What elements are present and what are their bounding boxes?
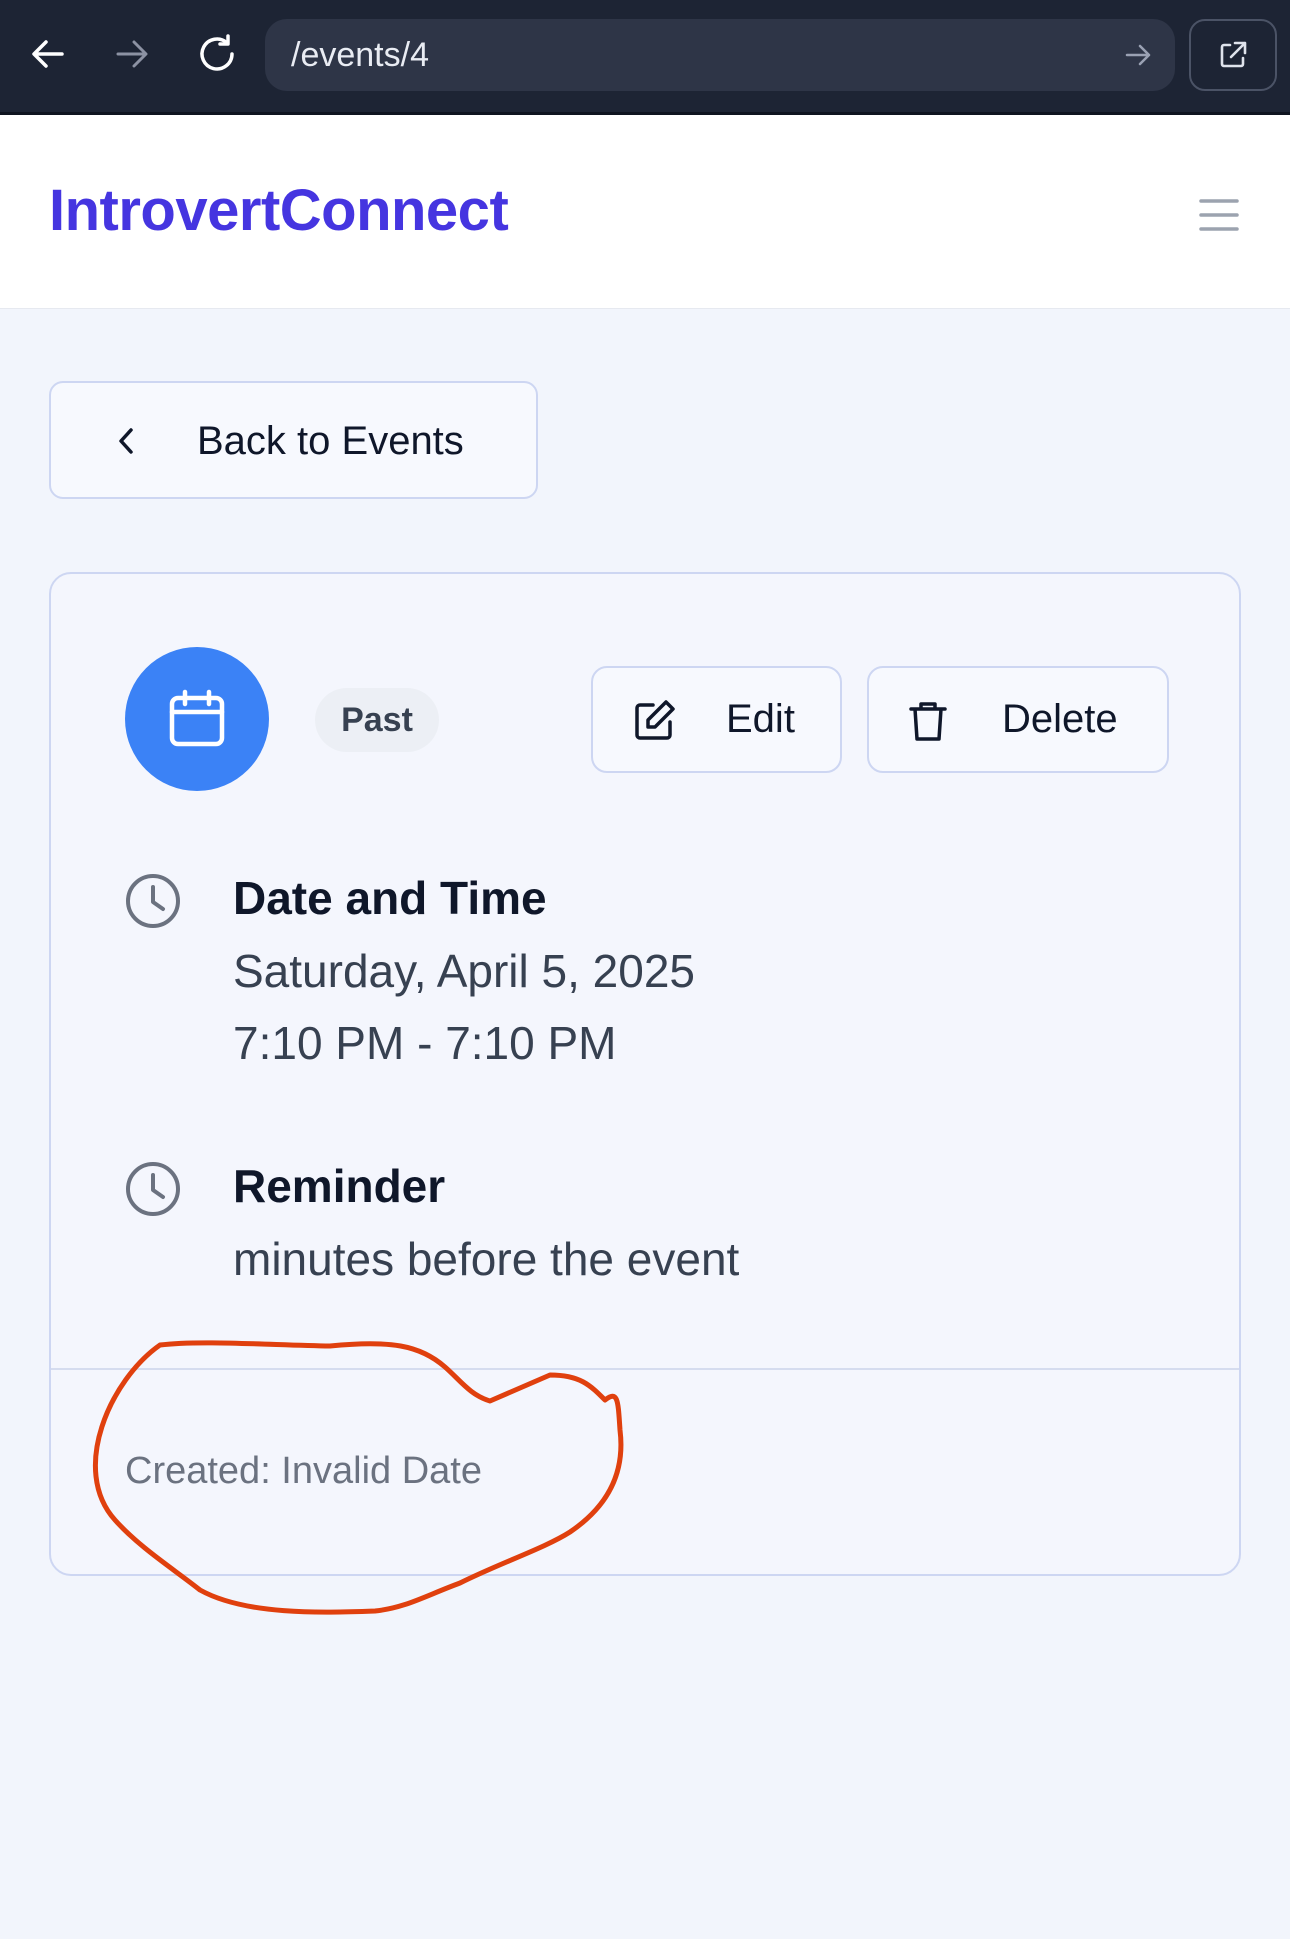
back-button-label: Back to Events <box>197 419 464 463</box>
edit-button[interactable]: Edit <box>591 666 842 773</box>
delete-button-label: Delete <box>1002 697 1118 741</box>
event-time: 7:10 PM - 7:10 PM <box>233 1017 617 1069</box>
browser-toolbar: /events/4 <box>0 0 1290 115</box>
back-arrow-icon[interactable] <box>16 22 80 86</box>
chevron-left-icon <box>119 428 133 454</box>
url-text: /events/4 <box>291 35 429 74</box>
clock-icon <box>126 874 180 928</box>
url-field[interactable]: /events/4 <box>265 19 1175 91</box>
date-time-title: Date and Time <box>233 872 547 924</box>
status-badge: Past <box>315 688 439 752</box>
forward-arrow-icon[interactable] <box>100 22 164 86</box>
open-external-button[interactable] <box>1189 19 1277 91</box>
reminder-text: minutes before the event <box>233 1233 740 1285</box>
external-link-icon <box>1220 41 1247 68</box>
app-header: IntrovertConnect <box>0 115 1290 309</box>
delete-button[interactable]: Delete <box>867 666 1169 773</box>
calendar-icon <box>169 689 225 747</box>
back-to-events-button[interactable]: Back to Events <box>49 381 538 499</box>
event-card: Past Edit Delete Date and Time Saturday,… <box>49 572 1241 1576</box>
trash-icon <box>909 702 947 741</box>
reload-icon[interactable] <box>185 22 249 86</box>
card-divider <box>51 1368 1239 1370</box>
hamburger-menu-icon[interactable] <box>1197 195 1241 235</box>
reminder-title: Reminder <box>233 1160 446 1212</box>
edit-icon <box>635 700 675 740</box>
event-icon-badge <box>125 647 269 791</box>
created-date: Created: Invalid Date <box>125 1450 482 1492</box>
brand-logo[interactable]: IntrovertConnect <box>49 177 509 244</box>
edit-button-label: Edit <box>726 697 795 741</box>
event-date: Saturday, April 5, 2025 <box>233 945 695 997</box>
reminder-clock-icon <box>126 1162 180 1216</box>
go-arrow-icon[interactable] <box>1121 37 1157 73</box>
